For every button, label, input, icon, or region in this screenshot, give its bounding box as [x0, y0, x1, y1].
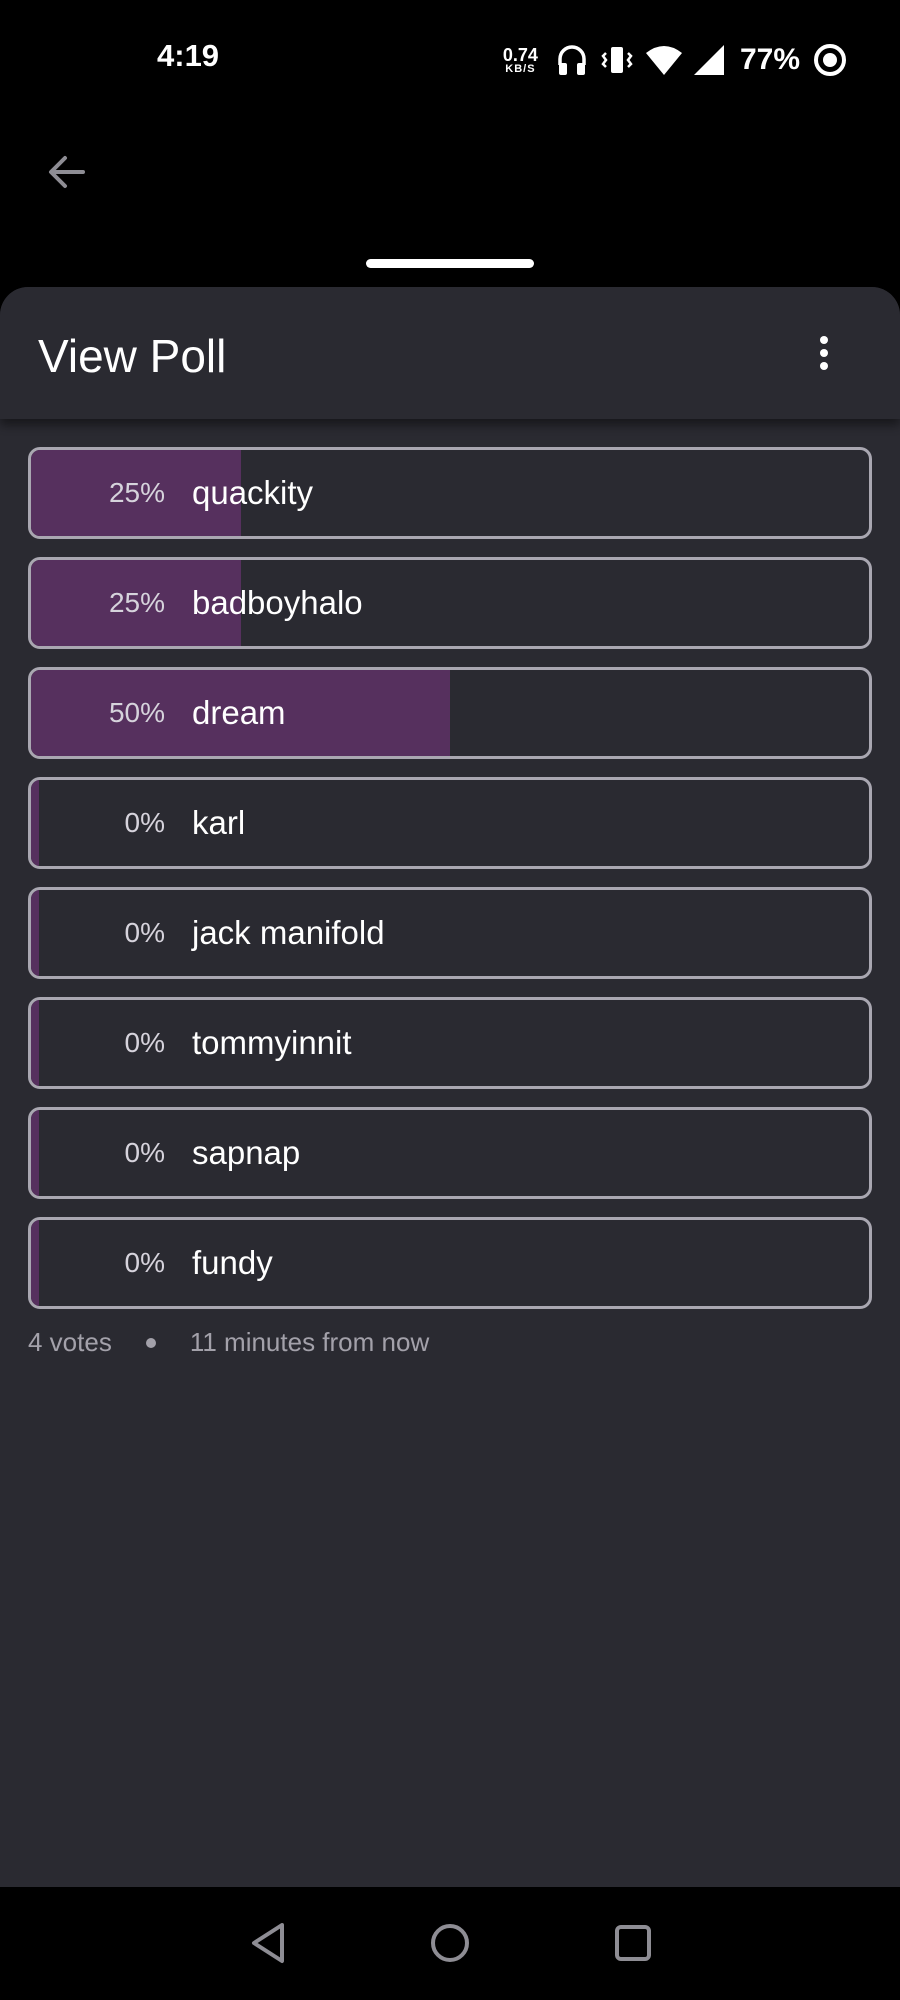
poll-option-percent: 25%	[108, 477, 165, 508]
page-title: View Poll	[38, 330, 227, 382]
more-vertical-icon-dot	[820, 362, 828, 370]
nav-recents-square-icon	[615, 1925, 651, 1961]
poll-option-label: karl	[192, 804, 246, 841]
poll-option-percent: 0%	[124, 807, 165, 838]
poll-option[interactable]: 0% fundy	[28, 1217, 872, 1309]
poll-expiry: 11 minutes from now	[189, 1327, 430, 1357]
poll-option-percent: 25%	[108, 587, 165, 618]
sheet-header: View Poll	[0, 287, 900, 419]
poll-option-label: sapnap	[192, 1134, 301, 1171]
poll-option[interactable]: 0% tommyinnit	[28, 997, 872, 1089]
vote-count: 4 votes	[28, 1327, 112, 1357]
system-nav-bar	[0, 1887, 900, 2000]
network-speed-unit: KB/S	[505, 62, 536, 75]
poll-option-percent: 50%	[108, 697, 165, 728]
poll-options: 25% quackity 25% badboyhalo 50% dream 0% kar…	[28, 447, 872, 1327]
battery-ring-icon	[812, 42, 848, 78]
more-vertical-icon	[820, 336, 828, 344]
nav-back-triangle-icon	[252, 1923, 284, 1963]
battery-percent: 77%	[739, 43, 800, 76]
network-speed-value: 0.74	[502, 44, 538, 65]
poll-option-percent: 0%	[124, 1027, 165, 1058]
poll-option-label: dream	[192, 694, 286, 731]
status-time: 4:19	[157, 38, 220, 73]
poll-option-label: tommyinnit	[192, 1024, 352, 1061]
poll-sheet: View Poll 25% quackity 25% badboyhalo 50% d…	[0, 287, 900, 1887]
poll-option[interactable]: 25% badboyhalo	[28, 557, 872, 649]
more-options-button[interactable]	[804, 327, 844, 379]
status-bar: 4:19 0.74 KB/S 77%	[0, 0, 900, 120]
poll-option-label: jack manifold	[192, 914, 385, 951]
poll-option-percent: 0%	[124, 1247, 165, 1278]
poll-option-label: fundy	[192, 1244, 273, 1281]
poll-option[interactable]: 25% quackity	[28, 447, 872, 539]
poll-meta: 4 votes 11 minutes from now	[28, 1327, 429, 1358]
sheet-drag-handle[interactable]	[366, 259, 534, 268]
headphones-icon	[556, 43, 588, 77]
nav-home-button[interactable]	[418, 1911, 482, 1975]
poll-option[interactable]: 50% dream	[28, 667, 872, 759]
nav-back-button[interactable]	[236, 1911, 300, 1975]
wifi-icon	[645, 45, 682, 75]
poll-option[interactable]: 0% karl	[28, 777, 872, 869]
nav-home-circle-icon	[431, 1924, 469, 1962]
poll-option[interactable]: 0% jack manifold	[28, 887, 872, 979]
status-icons: 0.74 KB/S 77%	[503, 38, 848, 82]
network-speed: 0.74 KB/S	[503, 46, 538, 75]
poll-option[interactable]: 0% sapnap	[28, 1107, 872, 1199]
arrow-left-icon	[49, 156, 85, 188]
poll-option-percent: 0%	[124, 917, 165, 948]
nav-recents-button[interactable]	[601, 1911, 665, 1975]
back-button[interactable]	[40, 146, 92, 198]
poll-option-label: badboyhalo	[192, 584, 363, 621]
vibrate-icon	[600, 43, 634, 77]
poll-option-percent: 0%	[124, 1137, 165, 1168]
more-vertical-icon-dot	[820, 349, 828, 357]
poll-option-label: quackity	[192, 474, 314, 511]
separator-dot	[145, 1337, 156, 1348]
signal-icon	[693, 45, 724, 75]
